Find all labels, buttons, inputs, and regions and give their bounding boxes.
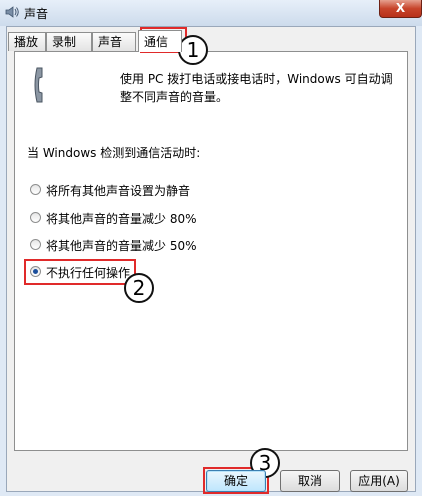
ok-button[interactable]: 确定 [206,470,266,492]
option-label: 将其他声音的音量减少 80% [46,212,197,226]
window-title: 声音 [24,7,49,21]
speaker-icon [5,6,19,18]
option-highlight-box [24,259,136,285]
title-bar: 声音 X [0,0,422,26]
tab-playback[interactable]: 播放 [8,32,46,51]
phone-icon [34,67,43,103]
group-label: 当 Windows 检测到通信活动时: [27,146,201,160]
cancel-button[interactable]: 取消 [280,470,340,492]
option-label: 将其他声音的音量减少 50% [46,239,197,253]
radio-button[interactable] [30,184,41,195]
close-button[interactable]: X [379,0,422,18]
radio-button[interactable] [30,212,41,223]
description-text: 使用 PC 拨打电话或接电话时，Windows 可自动调整不同声音的音量。 [120,72,393,104]
tab-recording[interactable]: 录制 [46,32,92,51]
tab-communications[interactable]: 通信 [138,30,182,52]
apply-button[interactable]: 应用(A) [350,470,408,492]
callout-2: 2 [124,273,154,303]
tab-sounds[interactable]: 声音 [92,32,136,51]
callout-1: 1 [178,35,208,65]
radio-button[interactable] [30,239,41,250]
option-label: 将所有其他声音设置为静音 [46,184,191,198]
